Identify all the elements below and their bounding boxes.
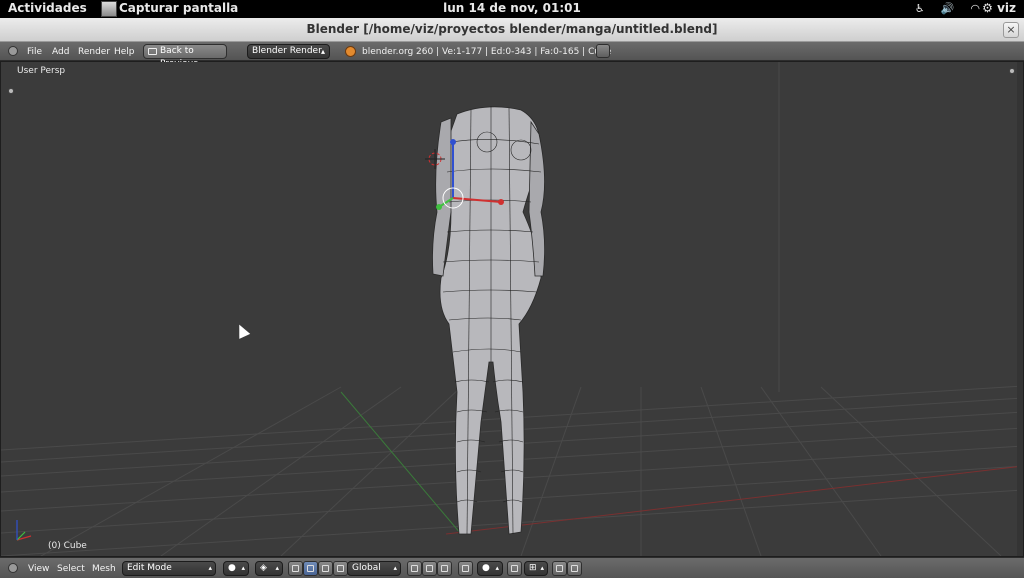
scale-manipulator-icon[interactable] bbox=[333, 561, 348, 576]
shading-dropdown[interactable]: ● ▴▾ bbox=[223, 561, 249, 578]
blender-logo-icon bbox=[345, 46, 356, 57]
solid-shading-icon: ● bbox=[228, 563, 236, 573]
mode-label: Edit Mode bbox=[127, 563, 172, 573]
scene-stats: blender.org 260 | Ve:1-177 | Ed:0-343 | … bbox=[362, 47, 612, 57]
layer-button-icon[interactable] bbox=[437, 561, 452, 576]
view-label: User Persp bbox=[17, 66, 66, 76]
app-menu[interactable]: Capturar pantalla bbox=[119, 1, 238, 15]
x-axis-line bbox=[445, 465, 1023, 535]
layer-button-icon[interactable] bbox=[422, 561, 437, 576]
properties-toggle-icon[interactable] bbox=[1009, 68, 1015, 74]
top-bar: Actividades Capturar pantalla lun 14 de … bbox=[0, 0, 1024, 18]
editor-type-icon[interactable] bbox=[8, 46, 18, 56]
chevron-updown-icon: ▴▾ bbox=[495, 564, 499, 578]
manipulator-toggle-icon[interactable] bbox=[288, 561, 303, 576]
layer-button-icon[interactable] bbox=[407, 561, 422, 576]
menu-add[interactable]: Add bbox=[52, 47, 69, 57]
render-animation-icon[interactable] bbox=[567, 561, 582, 576]
menu-select[interactable]: Select bbox=[57, 564, 85, 574]
chevron-updown-icon: ▴▾ bbox=[208, 564, 212, 578]
chevron-updown-icon: ▴▾ bbox=[275, 564, 279, 578]
active-object-label: (0) Cube bbox=[48, 541, 87, 551]
snap-toggle-icon[interactable] bbox=[507, 561, 522, 576]
proportional-edit-dropdown[interactable]: ● ▴▾ bbox=[477, 561, 503, 578]
render-engine-label: Blender Render bbox=[252, 46, 322, 56]
chevron-updown-icon: ▴▾ bbox=[540, 564, 544, 578]
menu-mesh[interactable]: Mesh bbox=[92, 564, 116, 574]
orientation-dropdown[interactable]: Global ▴▾ bbox=[347, 561, 401, 578]
viewport-scene bbox=[1, 62, 1023, 556]
gear-icon: ⚙ bbox=[982, 1, 993, 15]
mode-dropdown[interactable]: Edit Mode ▴▾ bbox=[122, 561, 216, 578]
pivot-icon: ◈ bbox=[260, 563, 267, 573]
accessibility-icon[interactable]: ♿ bbox=[915, 2, 925, 15]
render-engine-dropdown[interactable]: Blender Render ▴▾ bbox=[247, 44, 330, 69]
window-titlebar: Blender [/home/viz/proyectos blender/man… bbox=[0, 18, 1024, 42]
window-title: Blender [/home/viz/proyectos blender/man… bbox=[306, 22, 718, 36]
back-to-previous-button[interactable]: Back to Previous bbox=[143, 44, 227, 69]
chevron-updown-icon: ▴▾ bbox=[393, 564, 397, 578]
mesh-figure bbox=[432, 106, 545, 535]
screen-back-icon bbox=[148, 48, 157, 55]
view3d-header: View Select Mesh Edit Mode ▴▾ ● ▴▾ ◈ ▴▾ … bbox=[0, 557, 1024, 578]
viewport-scrollbar[interactable] bbox=[1017, 62, 1023, 556]
axis-gizmo bbox=[16, 520, 32, 541]
user-name: viz bbox=[997, 1, 1016, 15]
toolshelf-toggle-icon[interactable] bbox=[8, 88, 14, 94]
activities-button[interactable]: Actividades bbox=[8, 1, 87, 15]
render-icon[interactable] bbox=[552, 561, 567, 576]
menu-help[interactable]: Help bbox=[114, 47, 135, 57]
orientation-label: Global bbox=[352, 563, 381, 573]
pivot-dropdown[interactable]: ◈ ▴▾ bbox=[255, 561, 283, 578]
menu-render[interactable]: Render bbox=[78, 47, 110, 57]
screenshot-app-icon bbox=[101, 1, 117, 17]
volume-icon[interactable]: 🔊 bbox=[941, 2, 955, 15]
viewport-3d[interactable]: User Persp (0) Cube bbox=[1, 62, 1023, 556]
snap-element-icon: ⊞ bbox=[529, 563, 537, 573]
rotate-manipulator-icon[interactable] bbox=[318, 561, 333, 576]
snap-element-dropdown[interactable]: ⊞ ▴▾ bbox=[524, 561, 548, 578]
info-header: File Add Render Help Back to Previous Bl… bbox=[0, 42, 1024, 69]
chevron-updown-icon: ▴▾ bbox=[241, 564, 245, 578]
user-menu[interactable]: ⚙ viz bbox=[982, 1, 1016, 15]
editor-type-icon[interactable] bbox=[8, 563, 18, 573]
menu-view[interactable]: View bbox=[28, 564, 49, 574]
y-axis-line bbox=[340, 391, 462, 535]
proportional-edit-icon: ● bbox=[482, 563, 490, 573]
close-button[interactable]: × bbox=[1003, 22, 1019, 38]
status-icons: ♿ 🔊 ◠ bbox=[915, 2, 980, 15]
wifi-icon[interactable]: ◠ bbox=[970, 2, 980, 15]
menu-file[interactable]: File bbox=[27, 47, 42, 57]
limit-selection-icon[interactable] bbox=[458, 561, 473, 576]
fullscreen-icon[interactable] bbox=[596, 44, 610, 58]
translate-manipulator-icon[interactable] bbox=[303, 561, 318, 576]
